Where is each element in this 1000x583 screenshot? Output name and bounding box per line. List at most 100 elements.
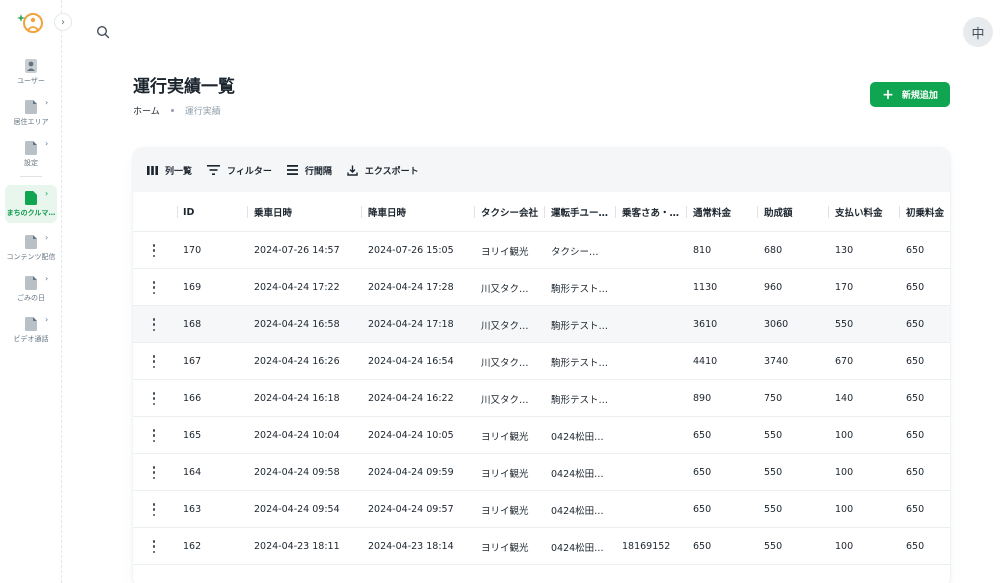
table-cell: 0424松田…: [551, 468, 604, 480]
columns-button[interactable]: 列一覧: [147, 164, 192, 177]
table-row[interactable]: 164 2024-04-24 09:58 2024-04-24 09:59 ヨリイ観光…: [133, 454, 950, 491]
table-cell: 100: [835, 467, 854, 478]
table-cell: [622, 454, 688, 491]
search-button[interactable]: [96, 24, 112, 40]
table-cell: 170: [183, 245, 202, 256]
sidebar-item-3[interactable]: 設定 ›: [5, 135, 57, 173]
more-vertical-icon[interactable]: [151, 281, 157, 294]
density-icon: [286, 165, 298, 175]
user-avatar[interactable]: 中: [963, 17, 993, 47]
table-cell: ヨリイ観光: [481, 542, 529, 554]
table-cell: 810: [693, 245, 712, 256]
sidebar-item-2[interactable]: 居住エリア ›: [5, 94, 57, 132]
breadcrumb-home-link[interactable]: ホーム: [133, 104, 160, 117]
column-separator[interactable]: [615, 206, 616, 218]
column-header-9[interactable]: 支払い料金: [835, 192, 901, 232]
table-cell: ヨリイ観光: [481, 246, 529, 258]
sidebar-item-label: ビデオ通話: [13, 335, 49, 343]
add-new-button[interactable]: + 新規追加: [870, 82, 950, 107]
table-cell: 650: [693, 541, 712, 552]
more-vertical-icon[interactable]: [151, 244, 157, 257]
table-cell: 2024-04-24 16:18: [254, 393, 340, 404]
table-cell: 川又タク…: [481, 394, 529, 406]
table-row[interactable]: 167 2024-04-24 16:26 2024-04-24 16:54 川又タク……: [133, 343, 950, 380]
table-cell: 2024-04-24 10:05: [368, 430, 454, 441]
table-cell: 100: [835, 541, 854, 552]
sidebar-item-1[interactable]: ユーザー: [5, 53, 57, 91]
column-header-10[interactable]: 初乗料金: [906, 192, 950, 232]
table-cell: 167: [183, 356, 202, 367]
sidebar-item-5[interactable]: コンテンツ配信 ›: [5, 229, 57, 267]
column-separator[interactable]: [757, 206, 758, 218]
column-separator[interactable]: [247, 206, 248, 218]
column-separator[interactable]: [899, 206, 900, 218]
column-separator[interactable]: [544, 206, 545, 218]
table-cell: 890: [693, 393, 712, 404]
more-vertical-icon[interactable]: [151, 503, 157, 516]
table-cell: 駒形テスト…: [551, 394, 609, 406]
table-row[interactable]: 162 2024-04-23 18:11 2024-04-23 18:14 ヨリイ観光…: [133, 528, 950, 565]
column-separator[interactable]: [361, 206, 362, 218]
more-vertical-icon[interactable]: [151, 429, 157, 442]
table-cell: ヨリイ観光: [481, 431, 529, 443]
table-cell: 2024-04-24 16:54: [368, 356, 454, 367]
table-cell: 140: [835, 393, 854, 404]
table-cell: 2024-04-24 09:57: [368, 504, 454, 515]
chevron-right-icon: ›: [61, 16, 65, 28]
table-cell: [622, 417, 688, 454]
column-separator[interactable]: [474, 206, 475, 218]
column-separator[interactable]: [177, 206, 178, 218]
density-button[interactable]: 行間隔: [286, 164, 332, 177]
column-separator[interactable]: [686, 206, 687, 218]
table-cell: 550: [764, 541, 783, 552]
table-cell: ヨリイ観光: [481, 505, 529, 517]
table-row[interactable]: 166 2024-04-24 16:18 2024-04-24 16:22 川又タク……: [133, 380, 950, 417]
column-header-2[interactable]: 乗車日時: [254, 192, 364, 232]
table-cell: 650: [906, 430, 925, 441]
sidebar-item-label: 設定: [24, 159, 38, 167]
more-vertical-icon[interactable]: [151, 466, 157, 479]
table-row[interactable]: 163 2024-04-24 09:54 2024-04-24 09:57 ヨリイ観光…: [133, 491, 950, 528]
table-cell: 680: [764, 245, 783, 256]
sidebar-item-6[interactable]: ごみの日 ›: [5, 270, 57, 308]
column-header-4[interactable]: タクシー会社: [481, 192, 547, 232]
column-separator[interactable]: [828, 206, 829, 218]
search-icon: [96, 25, 110, 39]
table-cell: 2024-07-26 15:05: [368, 245, 454, 256]
filter-button[interactable]: フィルター: [207, 164, 272, 177]
column-header-6[interactable]: 乗客さあ・…: [622, 192, 688, 232]
table-cell: 130: [835, 245, 854, 256]
column-header-5[interactable]: 運転手ユー…: [551, 192, 617, 232]
table-row[interactable]: 169 2024-04-24 17:22 2024-04-24 17:28 川又タク……: [133, 269, 950, 306]
sidebar-item-4[interactable]: まちのクルマ… ›: [5, 185, 57, 223]
more-vertical-icon[interactable]: [151, 318, 157, 331]
table-cell: 960: [764, 282, 783, 293]
column-header-1[interactable]: ID: [183, 192, 243, 232]
table-cell: 169: [183, 282, 202, 293]
columns-icon: [147, 165, 158, 175]
table-cell: 2024-04-23 18:11: [254, 541, 340, 552]
table-cell: 川又タク…: [481, 283, 529, 295]
table-cell: 2024-04-24 16:22: [368, 393, 454, 404]
column-header-3[interactable]: 降車日時: [368, 192, 478, 232]
table-cell: [622, 491, 688, 528]
sidebar-item-7[interactable]: ビデオ通話 ›: [5, 311, 57, 349]
column-header-8[interactable]: 助成額: [764, 192, 828, 232]
table-cell: 駒形テスト…: [551, 357, 609, 369]
table-cell: 2024-04-24 10:04: [254, 430, 340, 441]
grid-toolbar: 列一覧 フィルター 行間隔 エクスポート: [133, 148, 950, 192]
table-row[interactable]: 168 2024-04-24 16:58 2024-04-24 17:18 川又タク……: [133, 306, 950, 343]
more-vertical-icon[interactable]: [151, 392, 157, 405]
export-button[interactable]: エクスポート: [347, 164, 419, 177]
page-title: 運行実績一覧: [133, 77, 235, 97]
table-cell: 0424松田…: [551, 505, 604, 517]
more-vertical-icon[interactable]: [151, 540, 157, 553]
table-row[interactable]: 165 2024-04-24 10:04 2024-04-24 10:05 ヨリイ観光…: [133, 417, 950, 454]
table-row[interactable]: 170 2024-07-26 14:57 2024-07-26 15:05 ヨリイ観光…: [133, 232, 950, 269]
sidebar-collapse-button[interactable]: ›: [54, 13, 72, 31]
table-cell: 550: [764, 504, 783, 515]
column-header-7[interactable]: 通常料金: [693, 192, 757, 232]
app-logo[interactable]: [16, 10, 44, 38]
table-cell: 100: [835, 504, 854, 515]
more-vertical-icon[interactable]: [151, 355, 157, 368]
